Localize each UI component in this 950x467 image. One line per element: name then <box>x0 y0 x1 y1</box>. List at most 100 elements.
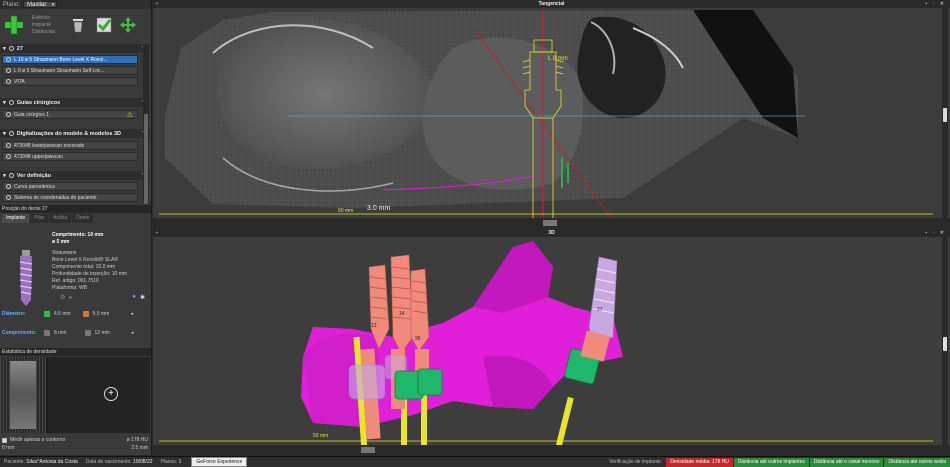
implant-detail: Plataforma: WB <box>52 285 88 291</box>
length-max[interactable]: 12 mm <box>95 330 110 336</box>
viewport-scrollbar-h[interactable] <box>153 218 950 228</box>
section-surgical-guides[interactable]: ▾ Guias cirúrgicos ⌃ <box>0 98 150 107</box>
confirm-check-icon[interactable] <box>94 15 114 35</box>
contour-only-checkbox[interactable] <box>2 437 7 443</box>
density-view: + <box>0 357 150 433</box>
implant-verification-label: Verificação de implante: <box>609 459 663 465</box>
diameter-min[interactable]: 4.5 mm <box>54 311 71 317</box>
expand-arrow-icon[interactable]: ▸ <box>132 330 135 336</box>
tab-tooth[interactable]: Dente <box>72 214 94 223</box>
viewport-scrollbar-thumb[interactable] <box>943 108 947 122</box>
trash-icon[interactable] <box>68 15 88 35</box>
star-icon[interactable]: ✱ <box>140 294 145 301</box>
diameter-label: Diâmetro: <box>2 311 26 317</box>
section-title: 27 <box>16 45 23 52</box>
visibility-icon[interactable] <box>6 112 11 117</box>
density-scale: 0 mm 2.5 mm <box>2 445 150 453</box>
visibility-icon[interactable] <box>6 184 11 189</box>
nerve-distance-badge[interactable]: Distância até o canal nervoso <box>809 457 884 467</box>
guide-row[interactable]: Guia cirúrgico 1 ⚠ <box>2 110 138 119</box>
viewport-controls[interactable]: ▪ ▫ ✕ <box>925 0 946 8</box>
3d-scene: 13 14 26 27 50 mm <box>153 237 943 447</box>
length-row: Comprimento: 8 mm 12 mm ▸ <box>2 330 134 336</box>
viewport-scrollbar-h-thumb[interactable] <box>543 220 557 226</box>
guide-row-label: Guia cirúrgico 1 <box>14 111 50 118</box>
visibility-icon[interactable] <box>6 57 11 62</box>
add-measure-icon[interactable]: + <box>104 387 118 401</box>
scan-row[interactable]: 473048 lowerjawscan encerado <box>2 141 138 150</box>
visibility-icon[interactable] <box>6 195 11 200</box>
add-implant-icon[interactable] <box>4 14 24 36</box>
viewport-scrollbar-v[interactable] <box>942 8 948 218</box>
tab-implant[interactable]: Implante <box>2 214 30 223</box>
visibility-icon[interactable] <box>8 131 14 136</box>
warning-icon: ⚠ <box>126 111 133 119</box>
viewport-scrollbar-v[interactable] <box>942 237 948 445</box>
more-icon[interactable]: ▸ <box>69 294 72 301</box>
visibility-icon[interactable] <box>6 154 11 159</box>
density-status-badge[interactable]: Densidade média: 178 HU <box>666 457 733 467</box>
tree-scrollbar[interactable] <box>143 44 149 204</box>
viewport-scrollbar-h[interactable] <box>153 445 950 455</box>
visibility-icon[interactable] <box>6 143 11 148</box>
position-tabs: Implante Pilar Anilha Dente <box>0 214 151 223</box>
settings-icon[interactable]: ⚙ <box>60 294 65 301</box>
panel-toggle-icon[interactable]: ▪ <box>156 0 158 8</box>
3d-viewport[interactable]: ▪ 3D ▪ ▫ ✕ 13 14 26 27 50 mm <box>153 229 950 455</box>
tree-scrollbar-thumb[interactable] <box>144 114 148 204</box>
tool-type-item[interactable]: Implante <box>32 22 55 29</box>
tool-type-item[interactable]: Distâncias <box>32 29 55 36</box>
implant-row[interactable]: L 9 ø 5 Straumann Straumann Self Loc... <box>2 66 138 75</box>
length-min-swatch[interactable] <box>44 330 50 336</box>
planning-toolbar: Esférico Implante Distâncias <box>0 10 151 40</box>
view-row-label: Sistema de coordenadas do paciente <box>14 194 97 201</box>
tool-type-list[interactable]: Esférico Implante Distâncias <box>32 15 55 36</box>
diameter-min-swatch[interactable] <box>44 311 50 317</box>
section-view-definition[interactable]: ▾ Ver definição ⌃ <box>0 171 150 180</box>
collapse-arrow-icon: ▾ <box>3 99 6 106</box>
plano-dropdown[interactable]: Maxilar <box>23 1 58 8</box>
viewport-controls[interactable]: ▪ ▫ ✕ <box>925 229 946 237</box>
sleeve-distance-badge[interactable]: Distância até outros anéis <box>884 457 950 467</box>
visibility-icon[interactable] <box>8 46 14 51</box>
info-icon[interactable]: ● <box>132 294 136 301</box>
expand-arrow-icon[interactable]: ▸ <box>131 311 134 317</box>
implant-thumbnail <box>19 250 33 306</box>
view-row[interactable]: Sistema de coordenadas do paciente <box>2 193 138 202</box>
visibility-icon[interactable] <box>8 100 14 105</box>
planos-info: Planos: 1 <box>157 459 186 465</box>
gpu-badge[interactable]: GeForce Experience <box>191 457 248 467</box>
visibility-icon[interactable] <box>8 173 14 178</box>
reposition-arrows-icon[interactable] <box>118 15 138 35</box>
collapse-arrow-icon: ▾ <box>3 172 6 179</box>
view-row[interactable]: Curva panorâmica <box>2 182 138 191</box>
implant-row-label: L 10 ø 5 Straumann Bone Level X Roxol... <box>14 56 108 63</box>
dob-value: 19/08/22 <box>133 459 153 465</box>
ct-slice-image: L 9 mm 3.0 mm 50 mm <box>153 8 950 218</box>
tool-type-item[interactable]: Esférico <box>32 15 55 22</box>
implant-distance-badge[interactable]: Distância até outros implantes <box>733 457 809 467</box>
diameter-max[interactable]: 5.5 mm <box>93 311 110 317</box>
scan-row[interactable]: 473048 upperjawscan <box>2 152 138 161</box>
panel-toggle-icon[interactable]: ▪ <box>156 229 158 237</box>
implant-row[interactable]: L 10 ø 5 Straumann Bone Level X Roxol... <box>2 55 138 64</box>
section-tooth-27[interactable]: ▾ 27 ⌃ <box>0 44 150 53</box>
implant-length: Comprimento: 10 mm <box>52 232 104 238</box>
status-bar: Paciente: Silva^Antonia da Costa Data de… <box>0 456 950 467</box>
tooth-row[interactable]: VITA <box>2 77 138 86</box>
patient-info: Paciente: Silva^Antonia da Costa <box>0 459 82 465</box>
visibility-icon[interactable] <box>6 68 11 73</box>
viewport-scrollbar-thumb[interactable] <box>943 337 947 351</box>
viewport-title: Tangencial <box>538 1 565 7</box>
viewport-scrollbar-h-thumb[interactable] <box>361 447 375 453</box>
length-max-swatch[interactable] <box>84 330 91 336</box>
tab-abutment[interactable]: Pilar <box>30 214 49 223</box>
tangential-viewport[interactable]: ▪ Tangencial ▪ ▫ ✕ L 9 mm 3.0 mm 50 mm <box>153 0 950 228</box>
visibility-icon[interactable] <box>6 79 11 84</box>
diameter-max-swatch[interactable] <box>82 311 89 317</box>
section-model-scans[interactable]: ▾ Digitalizações do modelo & modelos 3D … <box>0 129 150 138</box>
length-min[interactable]: 8 mm <box>54 330 67 336</box>
tab-sleeve[interactable]: Anilha <box>49 214 72 223</box>
plano-selector-row: Plano: Maxilar <box>0 0 151 9</box>
density-gauge <box>0 357 46 433</box>
